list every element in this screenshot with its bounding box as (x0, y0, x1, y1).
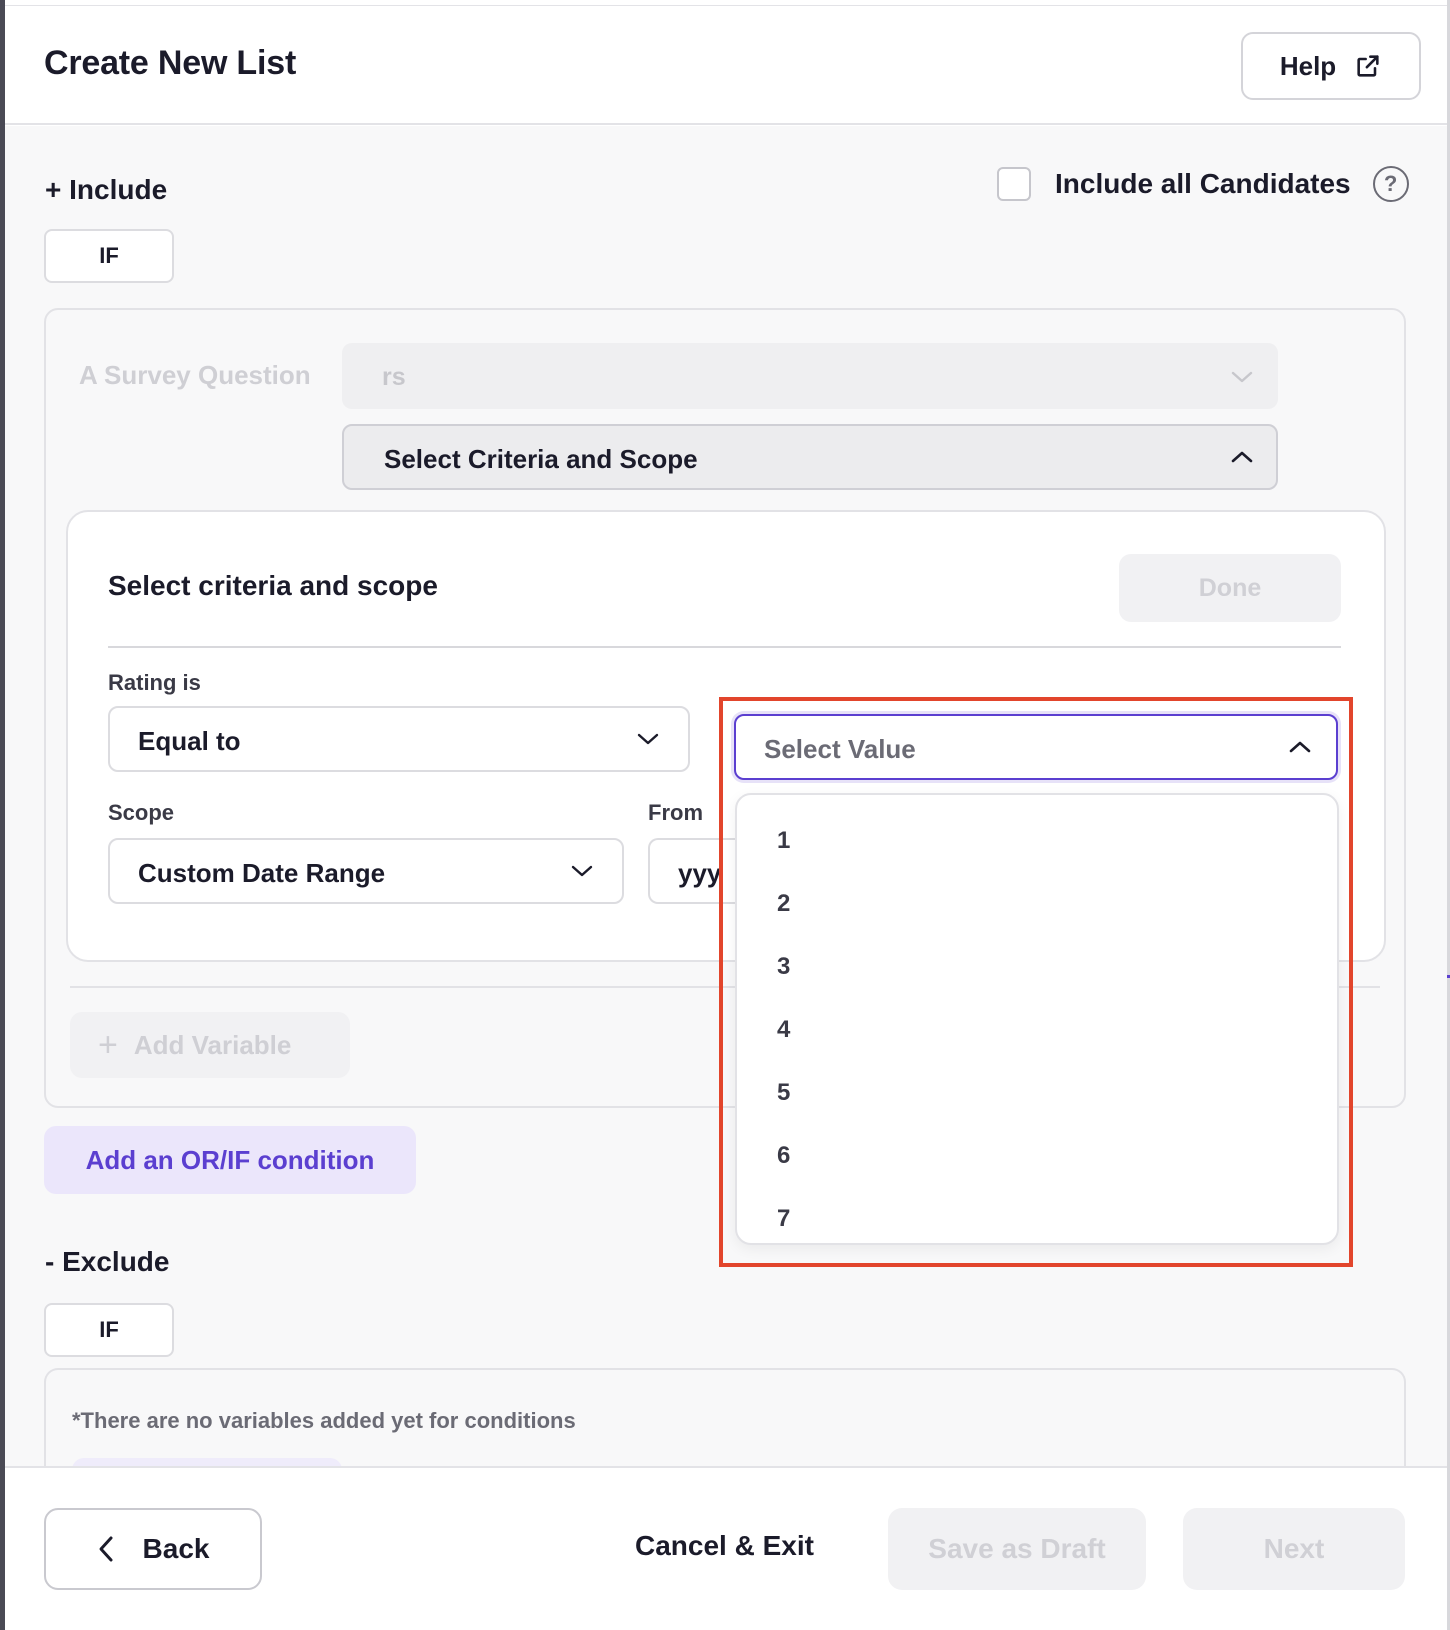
dropdown-option[interactable]: 4 (777, 1016, 790, 1044)
scope-select[interactable]: Custom Date Range (108, 838, 624, 904)
rating-value-dropdown: 1 2 3 4 5 6 7 (735, 793, 1339, 1245)
panel-title: Select criteria and scope (108, 570, 438, 601)
rating-value-placeholder: Select Value (764, 734, 916, 764)
add-variable-button[interactable]: + Add Variable (70, 1012, 350, 1078)
include-all-checkbox[interactable] (997, 167, 1031, 201)
operator-select[interactable]: Equal to (108, 706, 690, 772)
back-button[interactable]: Back (44, 1508, 262, 1590)
from-date-input[interactable]: yyy (648, 838, 738, 904)
exclude-if-tag: IF (44, 1303, 174, 1357)
exclude-section-title: - Exclude (45, 1246, 170, 1277)
dropdown-option[interactable]: 6 (777, 1142, 790, 1170)
scope-value: Custom Date Range (138, 858, 386, 888)
page-header: Create New List Help (5, 5, 1447, 125)
chevron-down-icon (1231, 371, 1253, 383)
include-section-title: + Include (45, 174, 168, 205)
chevron-down-icon (637, 733, 659, 745)
plus-icon: + (98, 1026, 118, 1064)
chevron-up-icon (1289, 741, 1311, 753)
rating-label: Rating is (108, 670, 201, 695)
survey-question-value: rs (382, 363, 406, 391)
no-variables-message: *There are no variables added yet for co… (72, 1408, 576, 1433)
question-mark-icon[interactable]: ? (1372, 166, 1409, 202)
save-draft-button[interactable]: Save as Draft (888, 1508, 1146, 1590)
external-link-icon (1357, 55, 1379, 77)
operator-value: Equal to (138, 726, 241, 756)
survey-question-select: rs (342, 343, 1278, 409)
help-button[interactable]: Help (1241, 32, 1421, 100)
add-variable-label: Add Variable (133, 1029, 292, 1060)
chevron-up-icon (1231, 451, 1253, 463)
back-label: Back (142, 1533, 210, 1564)
chevron-left-icon (99, 1536, 113, 1562)
criteria-bar-label: Select Criteria and Scope (384, 444, 698, 474)
page-footer: Back Cancel & Exit Save as Draft Next (5, 1466, 1447, 1630)
rating-value-select[interactable]: Select Value (734, 714, 1338, 780)
dropdown-option[interactable]: 2 (777, 890, 790, 918)
cancel-exit-button[interactable]: Cancel & Exit (635, 1530, 814, 1562)
dropdown-option[interactable]: 7 (777, 1205, 790, 1233)
from-label: From (648, 800, 703, 825)
dropdown-option[interactable]: 1 (777, 827, 790, 855)
scope-label: Scope (108, 800, 175, 825)
dropdown-option[interactable]: 3 (777, 953, 790, 981)
next-button[interactable]: Next (1183, 1508, 1405, 1590)
include-if-tag: IF (44, 229, 174, 283)
panel-divider (108, 646, 1341, 648)
help-label: Help (1279, 50, 1337, 81)
dropdown-option[interactable]: 5 (777, 1079, 790, 1107)
add-or-if-condition-button[interactable]: Add an OR/IF condition (44, 1126, 416, 1194)
include-all-label: Include all Candidates (1055, 168, 1351, 199)
include-all-candidates-option[interactable]: Include all Candidates ? (997, 166, 1409, 202)
from-date-placeholder: yyy (678, 858, 722, 888)
done-button[interactable]: Done (1119, 554, 1341, 622)
page-title: Create New List (44, 44, 297, 82)
chevron-down-icon (571, 865, 593, 877)
select-criteria-scope-toggle[interactable]: Select Criteria and Scope (342, 424, 1278, 490)
survey-question-label: A Survey Question (79, 360, 311, 390)
